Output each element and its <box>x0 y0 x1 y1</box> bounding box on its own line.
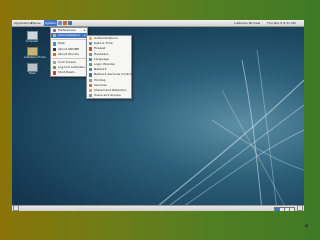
key-icon <box>88 37 92 41</box>
menu-item-label: Firewall <box>94 46 106 51</box>
browser-launcher-icon[interactable] <box>63 21 67 25</box>
user-name[interactable]: Lubbidan Michael <box>234 20 260 26</box>
menu-item-label: Printing <box>94 77 106 82</box>
shared-folders-icon <box>88 88 92 93</box>
bottom-panel <box>12 205 304 211</box>
home-label: Lubbidan's Home <box>24 56 46 59</box>
system-menu[interactable]: System <box>44 20 58 26</box>
menu-item-label: Date & Time <box>94 41 113 46</box>
menu-item-label: Lock Screen <box>58 59 77 64</box>
printer-icon <box>88 78 92 82</box>
menu-item-about-ubuntu[interactable]: About Ubuntu <box>51 52 87 57</box>
menu-item-label: Users and Groups <box>94 93 121 98</box>
menu-item-label: Services <box>94 82 107 87</box>
menu-item-label: Hardware <box>94 51 109 56</box>
trash-applet-icon[interactable] <box>297 205 303 211</box>
users-groups-icon <box>88 94 92 98</box>
menu-item-label: Language <box>94 56 109 61</box>
preferences-icon <box>52 29 56 33</box>
system-dropdown-menu: Preferences ▸ Administration ▸ Help Abou… <box>50 27 88 77</box>
menu-separator <box>52 57 86 59</box>
home-folder-icon <box>26 47 38 56</box>
network-services-icon <box>88 73 92 77</box>
launcher-icon[interactable] <box>58 21 62 25</box>
hardware-icon <box>88 52 92 56</box>
language-icon <box>88 57 92 61</box>
menu-item-shut-down[interactable]: Shut Down... <box>51 70 87 75</box>
lock-icon <box>52 60 56 65</box>
menu-item-label: Shut Down... <box>58 70 78 75</box>
menu-item-label: Administration <box>58 33 80 38</box>
menu-item-label: About Ubuntu <box>58 51 79 56</box>
menu-separator <box>52 39 86 41</box>
applications-menu[interactable]: Applications <box>14 20 32 26</box>
show-desktop-icon[interactable] <box>13 205 19 211</box>
places-menu[interactable]: Places <box>31 20 41 26</box>
workspace-4[interactable] <box>289 206 295 211</box>
computer-desktop-icon[interactable]: Computer <box>24 31 40 43</box>
menu-item-label: About GNOME <box>58 46 80 51</box>
menu-item-label: Network <box>94 67 107 72</box>
menu-item-label: Login Window <box>94 61 115 66</box>
services-icon <box>88 83 92 87</box>
trash-icon <box>26 63 38 72</box>
menu-item-label: Network Services Control <box>94 72 132 77</box>
firewall-icon <box>88 47 92 51</box>
clock-icon <box>88 42 92 46</box>
computer-icon <box>26 31 38 40</box>
clock[interactable]: Thu Nov 6 8:31 AM <box>267 20 296 26</box>
ubuntu-icon <box>52 52 56 56</box>
mail-launcher-icon[interactable] <box>68 21 72 25</box>
administration-submenu: Authentications Date & Time Firewall Har… <box>86 35 132 100</box>
menu-item-label: Preferences <box>58 28 76 32</box>
login-window-icon <box>88 62 92 67</box>
administration-icon <box>52 34 56 38</box>
menu-item-label: Log Out Lubbidan... <box>58 65 88 70</box>
top-panel: Applications Places System Lubbidan Mich… <box>12 20 304 27</box>
menu-item-users-groups[interactable]: Users and Groups <box>87 93 131 98</box>
help-icon <box>52 42 56 46</box>
gnome-icon <box>52 47 56 51</box>
trash-label: Trash <box>28 72 36 75</box>
menu-item-label: Shared and Retention <box>94 87 127 92</box>
home-desktop-icon[interactable]: Lubbidan's Home <box>24 47 46 59</box>
network-icon <box>88 68 92 72</box>
logout-icon <box>52 66 56 70</box>
desktop-screen: Applications Places System Lubbidan Mich… <box>12 20 304 211</box>
menu-item-label: Authentications <box>94 36 118 40</box>
menu-item-administration[interactable]: Administration ▸ <box>51 33 87 39</box>
shutdown-icon <box>52 71 56 75</box>
computer-label: Computer <box>25 40 39 43</box>
navigation-icon[interactable]: ✈ <box>303 223 310 230</box>
trash-desktop-icon[interactable]: Trash <box>24 63 40 75</box>
menu-item-label: Help <box>58 41 65 46</box>
